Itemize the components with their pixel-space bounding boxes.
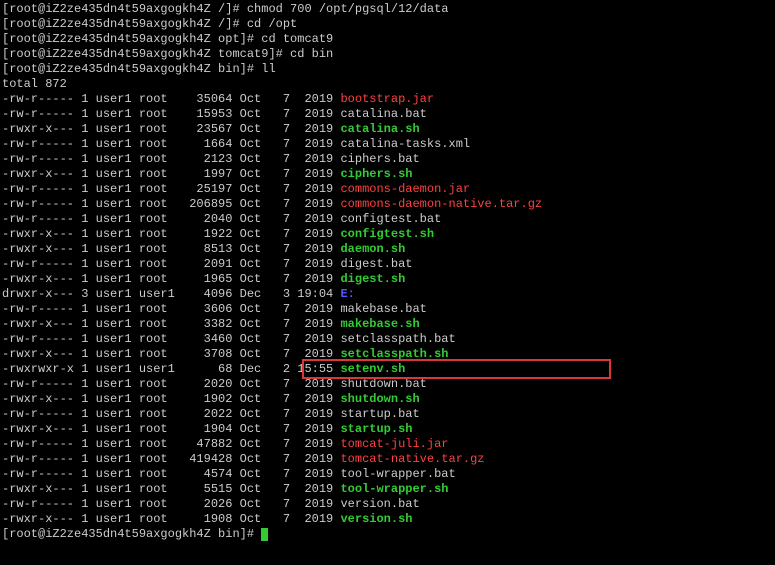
file-row: -rw-r----- 1 user1 root 2123 Oct 7 2019 … — [2, 152, 773, 167]
file-row: -rwxr-x--- 1 user1 root 1902 Oct 7 2019 … — [2, 392, 773, 407]
file-name: tomcat-juli.jar — [340, 437, 448, 451]
prompt: [root@iZ2ze435dn4t59axgogkh4Z opt]# — [2, 32, 261, 46]
file-name: startup.bat — [340, 407, 419, 421]
file-row: -rw-r----- 1 user1 root 2022 Oct 7 2019 … — [2, 407, 773, 422]
total-line: total 872 — [2, 77, 773, 92]
prompt: [root@iZ2ze435dn4t59axgogkh4Z bin]# — [2, 62, 261, 76]
file-row: -rw-r----- 1 user1 root 2026 Oct 7 2019 … — [2, 497, 773, 512]
file-name: setclasspath.sh — [340, 347, 448, 361]
prompt: [root@iZ2ze435dn4t59axgogkh4Z /]# — [2, 17, 247, 31]
file-name: startup.sh — [340, 422, 412, 436]
file-row: -rw-r----- 1 user1 root 2020 Oct 7 2019 … — [2, 377, 773, 392]
file-name: catalina.sh — [340, 122, 419, 136]
file-row: -rw-r----- 1 user1 root 1664 Oct 7 2019 … — [2, 137, 773, 152]
file-name: setclasspath.bat — [340, 332, 455, 346]
file-name: catalina-tasks.xml — [340, 137, 470, 151]
file-row: -rw-r----- 1 user1 root 206895 Oct 7 201… — [2, 197, 773, 212]
prompt: [root@iZ2ze435dn4t59axgogkh4Z bin]# — [2, 527, 261, 541]
file-row: -rw-r----- 1 user1 root 3460 Oct 7 2019 … — [2, 332, 773, 347]
file-row: -rw-r----- 1 user1 root 4574 Oct 7 2019 … — [2, 467, 773, 482]
file-name: makebase.bat — [340, 302, 426, 316]
file-row: -rwxr-x--- 1 user1 root 1997 Oct 7 2019 … — [2, 167, 773, 182]
file-name: ciphers.sh — [340, 167, 412, 181]
file-name: version.bat — [340, 497, 419, 511]
file-row: -rwxr-x--- 1 user1 root 1965 Oct 7 2019 … — [2, 272, 773, 287]
file-row: -rw-r----- 1 user1 root 47882 Oct 7 2019… — [2, 437, 773, 452]
file-name: E: — [340, 287, 354, 301]
command-text: cd /opt — [247, 17, 297, 31]
file-row: -rwxr-x--- 1 user1 root 23567 Oct 7 2019… — [2, 122, 773, 137]
file-row: drwxr-x--- 3 user1 user1 4096 Dec 3 19:0… — [2, 287, 773, 302]
file-name: makebase.sh — [340, 317, 419, 331]
file-row: -rwxr-x--- 1 user1 root 8513 Oct 7 2019 … — [2, 242, 773, 257]
file-name: digest.sh — [340, 272, 405, 286]
file-name: digest.bat — [340, 257, 412, 271]
file-row: -rw-r----- 1 user1 root 2091 Oct 7 2019 … — [2, 257, 773, 272]
file-row: -rwxr-x--- 1 user1 root 1904 Oct 7 2019 … — [2, 422, 773, 437]
file-name: configtest.sh — [340, 227, 434, 241]
file-row: -rw-r----- 1 user1 root 3606 Oct 7 2019 … — [2, 302, 773, 317]
file-name: daemon.sh — [340, 242, 405, 256]
file-name: catalina.bat — [340, 107, 426, 121]
file-name: commons-daemon-native.tar.gz — [340, 197, 542, 211]
file-row: -rwxr-x--- 1 user1 root 3382 Oct 7 2019 … — [2, 317, 773, 332]
file-row: -rw-r----- 1 user1 root 419428 Oct 7 201… — [2, 452, 773, 467]
file-row: -rw-r----- 1 user1 root 35064 Oct 7 2019… — [2, 92, 773, 107]
file-name: version.sh — [340, 512, 412, 526]
file-row: -rwxr-x--- 1 user1 root 1922 Oct 7 2019 … — [2, 227, 773, 242]
command-text: ll — [261, 62, 275, 76]
file-name: configtest.bat — [340, 212, 441, 226]
file-row: -rw-r----- 1 user1 root 25197 Oct 7 2019… — [2, 182, 773, 197]
file-row: -rwxr-x--- 1 user1 root 5515 Oct 7 2019 … — [2, 482, 773, 497]
file-name: bootstrap.jar — [340, 92, 434, 106]
file-name: ciphers.bat — [340, 152, 419, 166]
cursor — [261, 528, 268, 541]
file-name: commons-daemon.jar — [340, 182, 470, 196]
file-name: shutdown.bat — [340, 377, 426, 391]
file-row: -rw-r----- 1 user1 root 2040 Oct 7 2019 … — [2, 212, 773, 227]
file-row: -rwxrwxr-x 1 user1 user1 68 Dec 2 15:55 … — [2, 362, 773, 377]
command-text: cd tomcat9 — [261, 32, 333, 46]
file-name: tool-wrapper.sh — [340, 482, 448, 496]
prompt: [root@iZ2ze435dn4t59axgogkh4Z /]# — [2, 2, 247, 16]
command-text: cd bin — [290, 47, 333, 61]
file-name: setenv.sh — [340, 362, 405, 376]
file-row: -rwxr-x--- 1 user1 root 3708 Oct 7 2019 … — [2, 347, 773, 362]
terminal-output[interactable]: [root@iZ2ze435dn4t59axgogkh4Z /]# chmod … — [2, 2, 773, 542]
file-name: tomcat-native.tar.gz — [340, 452, 484, 466]
file-name: tool-wrapper.bat — [340, 467, 455, 481]
file-row: -rwxr-x--- 1 user1 root 1908 Oct 7 2019 … — [2, 512, 773, 527]
command-text: chmod 700 /opt/pgsql/12/data — [247, 2, 449, 16]
file-row: -rw-r----- 1 user1 root 15953 Oct 7 2019… — [2, 107, 773, 122]
file-name: shutdown.sh — [340, 392, 419, 406]
prompt: [root@iZ2ze435dn4t59axgogkh4Z tomcat9]# — [2, 47, 290, 61]
